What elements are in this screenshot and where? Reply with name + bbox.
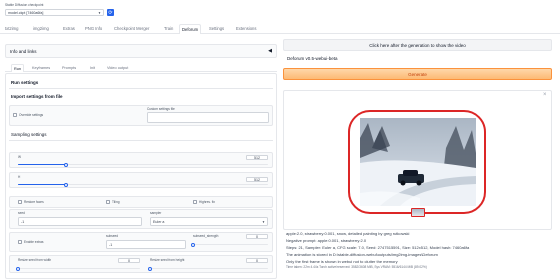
info-time-taken: Time taken: 22m 4.44s Torch active/reser… (286, 265, 427, 269)
resize-seed-height-label: Resize seed from height (150, 258, 185, 262)
tab-img2img[interactable]: img2img (33, 26, 49, 31)
info-prompt: apple:2.0, strawberry:0.001, snow, detai… (286, 231, 410, 236)
divider (9, 140, 273, 141)
resize-seed-width-label: Resize seed from width (18, 258, 52, 262)
generate-button[interactable]: Generate (283, 68, 552, 80)
width-slider-thumb[interactable] (63, 162, 68, 167)
custom-settings-file-label: Custom settings file (147, 107, 175, 111)
subtab-init[interactable]: Init (90, 66, 95, 70)
tab-extras[interactable]: Extras (63, 26, 75, 31)
seed-input[interactable]: -1 (18, 217, 142, 226)
sampler-select[interactable]: Euler a ▼ (150, 217, 268, 226)
divider (9, 88, 273, 89)
sampler-label: sampler (150, 211, 162, 215)
enable-extras-checkbox[interactable] (18, 240, 22, 244)
sampler-value: Euler a (153, 219, 165, 224)
generate-button-label: Generate (408, 71, 427, 77)
info-links-accordion[interactable]: Info and links ◀ (5, 44, 277, 58)
width-slider-box (9, 152, 273, 168)
close-icon[interactable]: × (543, 92, 547, 98)
refresh-icon[interactable]: ⟳ (107, 9, 114, 16)
highlight-circle (348, 110, 486, 214)
chevron-down-icon: ▼ (262, 219, 265, 224)
version-title: Deforum v0.5-webui-beta (287, 56, 338, 61)
resize-seed-width-value[interactable]: 0 (118, 258, 140, 263)
subtab-video-output[interactable]: Video output (107, 66, 128, 70)
override-settings-label: Override settings (19, 113, 44, 117)
tab-train[interactable]: Train (164, 26, 173, 31)
subseed-input[interactable]: -1 (106, 240, 186, 249)
chevron-down-icon: ▼ (98, 10, 101, 15)
subseed-strength-slider[interactable] (191, 242, 268, 247)
width-slider-fill (18, 164, 66, 166)
resize-seed-height-slider-thumb[interactable] (148, 266, 152, 271)
height-label: H (18, 175, 21, 179)
width-label: W (18, 155, 22, 159)
deforum-subtabs: Run Keyframes Prompts Init Video output (5, 63, 277, 72)
checkpoint-select[interactable]: model.ckpt [7460a6fa] ▼ (5, 9, 104, 16)
width-value[interactable]: 512 (246, 155, 268, 160)
subseed-label: subseed (106, 234, 119, 238)
subseed-strength-slider-thumb[interactable] (191, 242, 195, 247)
main-tabs: txt2img img2img Extras PNG Info Checkpoi… (0, 24, 560, 34)
resize-seed-width-slider-thumb[interactable] (16, 266, 20, 271)
import-settings-title: Import settings from file (11, 94, 63, 99)
resize-seed-height-value[interactable]: 0 (246, 258, 268, 263)
height-slider[interactable] (18, 182, 268, 187)
subtab-run[interactable]: Run (11, 64, 24, 72)
collapse-triangle-icon: ◀ (268, 48, 272, 54)
tab-checkpoint-merger[interactable]: Checkpoint Merger (114, 26, 149, 31)
tab-extensions[interactable]: Extensions (236, 26, 256, 31)
info-first-frame-note: Only the first frame is shown in webui n… (286, 259, 398, 264)
info-output-path: The animation is stored in D:\stable-dif… (286, 252, 438, 257)
highres-fix-label: Highres. fix (199, 200, 215, 204)
tab-settings[interactable]: Settings (209, 26, 224, 31)
resize-seed-height-slider[interactable] (148, 266, 268, 271)
info-links-title: Info and links (10, 48, 37, 54)
height-value[interactable]: 512 (246, 177, 268, 182)
run-settings-title: Run settings (11, 80, 39, 85)
sampling-settings-title: Sampling settings (11, 132, 47, 137)
options-box (9, 196, 273, 208)
show-video-button-label: Click here after the generation to show … (369, 42, 466, 48)
restore-faces-checkbox[interactable] (18, 200, 22, 204)
checkpoint-value: model.ckpt [7460a6fa] (8, 10, 44, 15)
checkpoint-label: Stable Diffusion checkpoint (5, 3, 44, 7)
restore-faces-label: Restore faces (24, 200, 44, 204)
gallery-thumbnail[interactable] (411, 208, 425, 217)
subtab-keyframes[interactable]: Keyframes (32, 66, 50, 70)
height-slider-fill (18, 184, 66, 186)
override-settings-checkbox[interactable] (13, 113, 17, 117)
tab-png-info[interactable]: PNG Info (85, 26, 102, 31)
width-slider[interactable] (18, 162, 268, 167)
tiling-checkbox[interactable] (106, 200, 110, 204)
custom-settings-file-input[interactable] (147, 112, 269, 123)
subseed-strength-value[interactable]: 0 (246, 234, 268, 239)
subtab-prompts[interactable]: Prompts (62, 66, 76, 70)
subseed-strength-label: subseed_strength (193, 234, 219, 238)
show-video-button[interactable]: Click here after the generation to show … (283, 39, 552, 51)
seed-label: seed (18, 211, 25, 215)
enable-extras-label: Enable extras (24, 240, 44, 244)
seed-value: -1 (21, 219, 25, 224)
tab-txt2img[interactable]: txt2img (5, 26, 19, 31)
info-parameters: Steps: 21, Sampler: Euler a, CFG scale: … (286, 245, 470, 250)
tab-deforum[interactable]: Deforum (179, 24, 202, 34)
tiling-label: Tiling (112, 200, 120, 204)
info-negative-prompt: Negative prompt: apple:0.001, strawberry… (286, 238, 367, 243)
resize-seed-width-slider[interactable] (16, 266, 140, 271)
subseed-value: -1 (109, 242, 113, 247)
height-slider-box (9, 172, 273, 188)
highres-fix-checkbox[interactable] (193, 200, 197, 204)
height-slider-thumb[interactable] (63, 182, 68, 187)
